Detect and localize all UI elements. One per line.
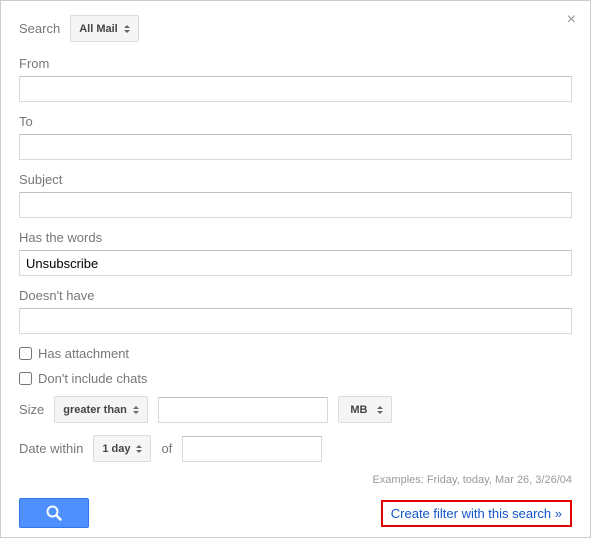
from-label: From xyxy=(19,56,572,71)
spinner-icon xyxy=(377,406,383,414)
create-filter-link[interactable]: Create filter with this search » xyxy=(391,506,562,521)
size-value-input[interactable] xyxy=(158,397,328,423)
has-words-label: Has the words xyxy=(19,230,572,245)
has-attachment-checkbox[interactable] xyxy=(19,347,32,360)
search-label: Search xyxy=(19,21,60,36)
date-value-input[interactable] xyxy=(182,436,322,462)
doesnt-have-input[interactable] xyxy=(19,308,572,334)
date-range-value: 1 day xyxy=(102,443,130,455)
size-unit-value: MB xyxy=(347,404,371,416)
from-input[interactable] xyxy=(19,76,572,102)
to-label: To xyxy=(19,114,572,129)
examples-text: Examples: Friday, today, Mar 26, 3/26/04 xyxy=(19,474,572,486)
has-words-input[interactable] xyxy=(19,250,572,276)
subject-input[interactable] xyxy=(19,192,572,218)
search-scope-select[interactable]: All Mail xyxy=(70,15,139,42)
doesnt-have-label: Doesn't have xyxy=(19,288,572,303)
gmail-search-filter-panel: × Search All Mail From To Subject Has th… xyxy=(0,0,591,538)
size-comparator-value: greater than xyxy=(63,404,127,416)
search-icon xyxy=(45,504,63,522)
size-comparator-select[interactable]: greater than xyxy=(54,396,148,423)
date-range-select[interactable]: 1 day xyxy=(93,435,151,462)
spinner-icon xyxy=(133,406,139,414)
search-button[interactable] xyxy=(19,498,89,528)
size-label: Size xyxy=(19,402,44,417)
search-scope-value: All Mail xyxy=(79,23,118,35)
spinner-icon xyxy=(136,445,142,453)
size-unit-select[interactable]: MB xyxy=(338,396,392,423)
spinner-icon xyxy=(124,25,130,33)
create-filter-highlight: Create filter with this search » xyxy=(381,500,572,527)
dont-include-chats-checkbox[interactable] xyxy=(19,372,32,385)
subject-label: Subject xyxy=(19,172,572,187)
date-within-label: Date within xyxy=(19,441,83,456)
of-label: of xyxy=(161,441,172,456)
has-attachment-label: Has attachment xyxy=(38,346,129,361)
close-icon[interactable]: × xyxy=(567,11,576,29)
to-input[interactable] xyxy=(19,134,572,160)
dont-include-chats-label: Don't include chats xyxy=(38,371,147,386)
